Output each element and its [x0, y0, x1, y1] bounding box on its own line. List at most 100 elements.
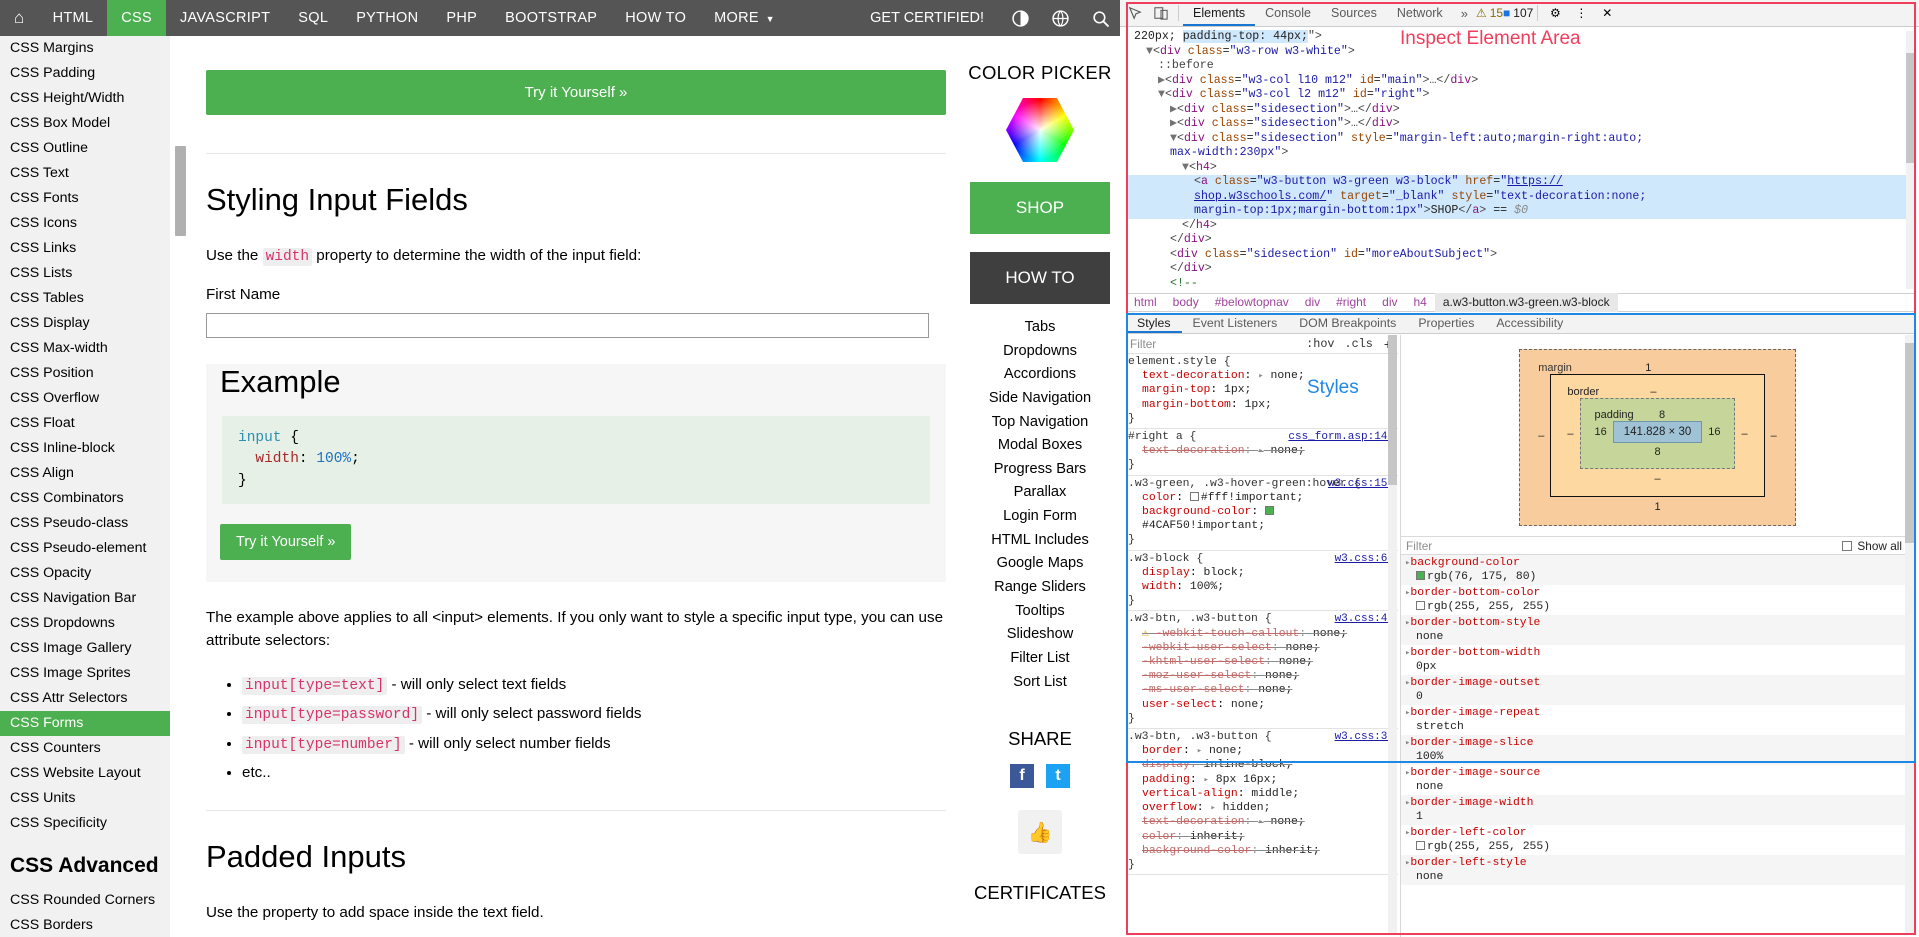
sidebar-item-css-specificity[interactable]: CSS Specificity	[0, 811, 170, 836]
color-wheel-icon[interactable]	[1006, 96, 1074, 164]
sidebar-item-css-margins[interactable]: CSS Margins	[0, 36, 170, 61]
style-declaration[interactable]: -webkit-user-select: none;	[1128, 641, 1398, 655]
globe-icon[interactable]	[1040, 0, 1080, 36]
style-rule-source-link[interactable]: w3.css:156	[1328, 477, 1394, 491]
computed-property[interactable]: ▸border-bottom-color rgb(255, 255, 255)	[1401, 585, 1914, 615]
expand-triangle-icon[interactable]: ▸	[1204, 775, 1209, 785]
device-toolbar-icon[interactable]	[1148, 0, 1174, 26]
dom-tree-line[interactable]: shop.w3schools.com/" target="_blank" sty…	[1126, 189, 1914, 204]
computed-property[interactable]: ▸border-image-repeat stretch	[1401, 705, 1914, 735]
show-all-checkbox[interactable]	[1842, 540, 1853, 551]
computed-property[interactable]: ▸border-image-source none	[1401, 765, 1914, 795]
get-certified-link[interactable]: GET CERTIFIED!	[854, 0, 1000, 36]
style-declaration[interactable]: ⚠ -webkit-touch-callout: none;	[1128, 627, 1398, 641]
style-declaration[interactable]: background-color: inherit;	[1128, 844, 1398, 858]
expand-triangle-icon[interactable]: ▸	[1210, 803, 1215, 813]
sidebar-item-css-lists[interactable]: CSS Lists	[0, 261, 170, 286]
breadcrumb-item[interactable]: div	[1374, 293, 1405, 312]
shop-button[interactable]: SHOP	[970, 182, 1110, 234]
box-model-padding-bottom[interactable]: 8	[1654, 446, 1660, 458]
try-it-yourself-button[interactable]: Try it Yourself »	[220, 523, 352, 560]
top-nav-item-javascript[interactable]: JAVASCRIPT	[166, 0, 284, 36]
color-swatch[interactable]	[1416, 571, 1425, 580]
more-tabs-icon[interactable]: »	[1453, 6, 1476, 21]
sidebar-item-css-height-width[interactable]: CSS Height/Width	[0, 86, 170, 111]
sidebar-item-css-text[interactable]: CSS Text	[0, 161, 170, 186]
style-declaration[interactable]: width: 100%;	[1128, 580, 1398, 594]
style-rule-source-link[interactable]: w3.css:67	[1335, 552, 1394, 566]
search-icon[interactable]	[1080, 0, 1120, 36]
style-declaration[interactable]: color: #fff!important;	[1128, 491, 1398, 505]
devtools-tab-elements[interactable]: Elements	[1183, 0, 1256, 26]
sidebar-item-css-opacity[interactable]: CSS Opacity	[0, 561, 170, 586]
sidebar-item-css-display[interactable]: CSS Display	[0, 311, 170, 336]
computed-styles-pane[interactable]: margin 1 – border – – padding 8 16 141.8…	[1400, 335, 1914, 937]
sidebar-item-css-outline[interactable]: CSS Outline	[0, 136, 170, 161]
box-model-margin-bottom[interactable]: 1	[1654, 501, 1660, 513]
style-rule-source-link[interactable]: w3.css:38	[1335, 730, 1394, 744]
sidebar-item-css-navigation-bar[interactable]: CSS Navigation Bar	[0, 586, 170, 611]
sidebar-item-css-align[interactable]: CSS Align	[0, 461, 170, 486]
close-icon[interactable]: ✕	[1594, 0, 1620, 26]
howto-link-tooltips[interactable]: Tooltips	[960, 600, 1120, 624]
style-tab-accessibility[interactable]: Accessibility	[1485, 313, 1574, 333]
sidebar-item-css-forms[interactable]: CSS Forms	[0, 711, 170, 736]
dom-tree-line[interactable]: ▼<div class="w3-col l2 m12" id="right">	[1126, 88, 1914, 103]
breadcrumb-item[interactable]: body	[1165, 293, 1207, 312]
box-model-margin-right[interactable]: –	[1771, 430, 1777, 442]
style-declaration[interactable]: padding: ▸ 8px 16px;	[1128, 773, 1398, 787]
sidebar-item-css-combinators[interactable]: CSS Combinators	[0, 486, 170, 511]
sidebar-item-css-inline-block[interactable]: CSS Inline-block	[0, 436, 170, 461]
dom-tree-line[interactable]: margin-top:1px;margin-bottom:1px">SHOP</…	[1126, 204, 1914, 219]
style-declaration[interactable]: margin-bottom: 1px;	[1128, 398, 1398, 412]
dom-tree-line[interactable]: </div>	[1126, 233, 1914, 248]
facebook-icon[interactable]: f	[1010, 764, 1034, 789]
howto-link-side-navigation[interactable]: Side Navigation	[960, 387, 1120, 411]
sidebar-item-css-dropdowns[interactable]: CSS Dropdowns	[0, 611, 170, 636]
styles-filter-input[interactable]: Filter	[1126, 337, 1301, 351]
style-declaration[interactable]: display: block;	[1128, 566, 1398, 580]
hov-toggle[interactable]: :hov	[1301, 337, 1339, 351]
sidebar-item-css-image-gallery[interactable]: CSS Image Gallery	[0, 636, 170, 661]
sidebar-item-css-box-model[interactable]: CSS Box Model	[0, 111, 170, 136]
thumbs-up-icon[interactable]: 👍	[1018, 810, 1062, 855]
sidebar-item-css-units[interactable]: CSS Units	[0, 786, 170, 811]
box-model-border-top[interactable]: –	[1650, 386, 1656, 398]
howto-link-sort-list[interactable]: Sort List	[960, 671, 1120, 695]
devtools-tab-sources[interactable]: Sources	[1321, 0, 1387, 26]
computed-property[interactable]: ▸border-bottom-width 0px	[1401, 645, 1914, 675]
dom-tree-pane[interactable]: 220px; padding-top: 44px;"> ▼<div class="…	[1126, 29, 1914, 291]
content-scrollbar-thumb[interactable]	[175, 146, 186, 236]
box-model-padding-top[interactable]: 8	[1659, 409, 1665, 421]
howto-button[interactable]: HOW TO	[970, 252, 1110, 304]
howto-link-progress-bars[interactable]: Progress Bars	[960, 458, 1120, 482]
box-model-padding-right[interactable]: 16	[1708, 426, 1720, 438]
style-tab-event-listeners[interactable]: Event Listeners	[1182, 313, 1289, 333]
dom-tree-line[interactable]: <!--	[1126, 277, 1914, 292]
box-model-padding-left[interactable]: 16	[1595, 426, 1607, 438]
computed-property[interactable]: ▸background-color rgb(76, 175, 80)	[1401, 555, 1914, 585]
sidebar-item-css-icons[interactable]: CSS Icons	[0, 211, 170, 236]
cls-toggle[interactable]: .cls	[1339, 337, 1377, 351]
style-declaration[interactable]: overflow: ▸ hidden;	[1128, 801, 1398, 815]
computed-pane-scroll-thumb[interactable]	[1905, 343, 1915, 543]
sidebar-item-css-website-layout[interactable]: CSS Website Layout	[0, 761, 170, 786]
sidebar-item-css-pseudo-element[interactable]: CSS Pseudo-element	[0, 536, 170, 561]
gear-icon[interactable]: ⚙	[1542, 0, 1568, 26]
style-tab-properties[interactable]: Properties	[1407, 313, 1485, 333]
howto-link-range-sliders[interactable]: Range Sliders	[960, 576, 1120, 600]
howto-link-modal-boxes[interactable]: Modal Boxes	[960, 434, 1120, 458]
sidebar-item-css-tables[interactable]: CSS Tables	[0, 286, 170, 311]
color-swatch[interactable]	[1416, 601, 1425, 610]
sidebar-item-css-rounded-corners[interactable]: CSS Rounded Corners	[0, 888, 170, 913]
dom-tree-line[interactable]: </div>	[1126, 262, 1914, 277]
style-declaration[interactable]: user-select: none;	[1128, 698, 1398, 712]
sidebar-item-css-links[interactable]: CSS Links	[0, 236, 170, 261]
top-nav-item-python[interactable]: PYTHON	[342, 0, 432, 36]
dom-tree-scrollbar[interactable]	[1906, 31, 1916, 289]
breadcrumb-item[interactable]: #right	[1328, 293, 1374, 312]
style-rule-selector[interactable]: element.style {	[1128, 355, 1398, 369]
sidebar-item-css-padding[interactable]: CSS Padding	[0, 61, 170, 86]
color-swatch[interactable]	[1265, 506, 1275, 516]
style-declaration[interactable]: -khtml-user-select: none;	[1128, 655, 1398, 669]
